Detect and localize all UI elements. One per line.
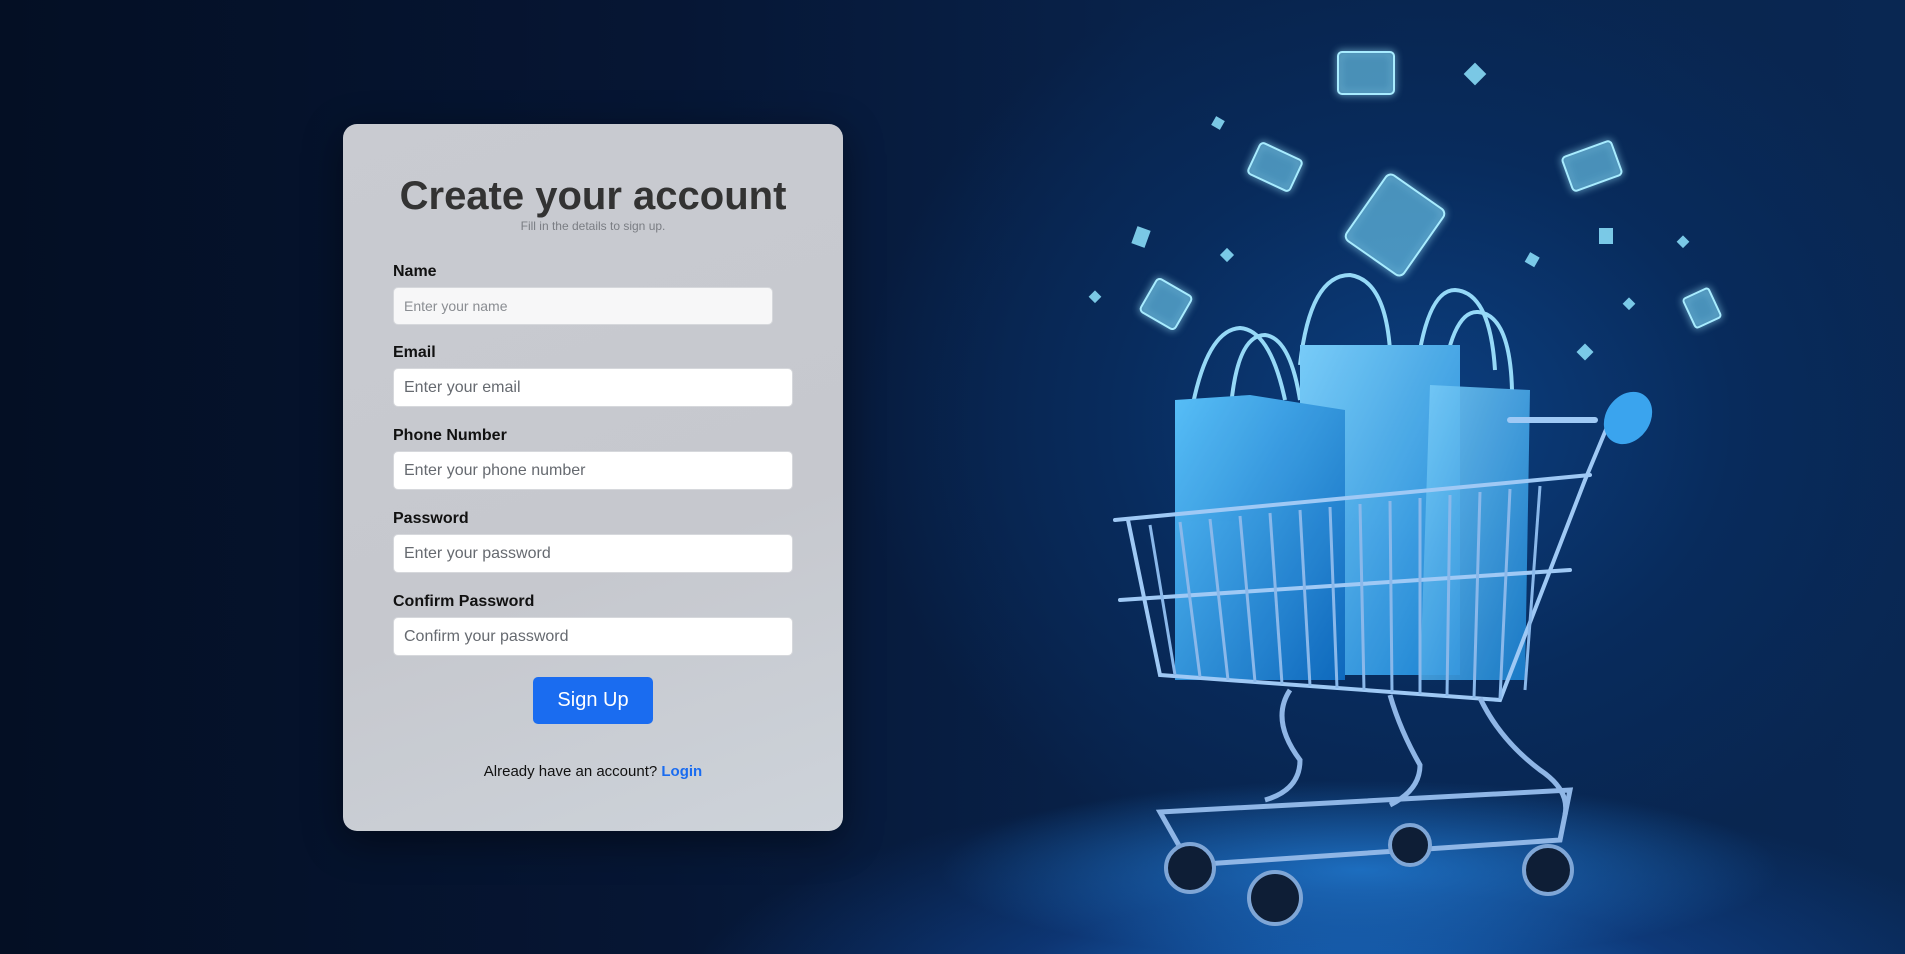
password-label: Password — [393, 510, 469, 527]
email-label: Email — [393, 344, 436, 361]
login-prompt-row: Already have an account? Login — [343, 763, 843, 780]
sign-up-button[interactable]: Sign Up — [533, 677, 653, 724]
login-prompt-text: Already have an account? — [483, 763, 658, 780]
credit-card-icon — [1337, 51, 1395, 95]
credit-card-icon — [1682, 287, 1722, 329]
name-input[interactable] — [393, 287, 773, 325]
name-label: Name — [393, 263, 437, 280]
page-subtitle: Fill in the details to sign up. — [520, 219, 666, 233]
password-input[interactable] — [393, 534, 793, 573]
phone-input[interactable] — [393, 451, 793, 490]
credit-card-icon — [1247, 142, 1303, 192]
confirm-password-label: Confirm Password — [393, 593, 535, 610]
phone-label: Phone Number — [393, 427, 507, 444]
credit-card-icon — [1139, 278, 1193, 330]
email-input[interactable] — [393, 368, 793, 407]
signup-card: Create your account Fill in the details … — [343, 124, 843, 831]
login-link[interactable]: Login — [661, 763, 702, 780]
credit-card-icon — [1561, 140, 1623, 192]
page-title: Create your account — [399, 174, 787, 218]
shopping-cart-illustration — [940, 51, 1780, 954]
credit-card-icon — [1344, 173, 1446, 277]
confirm-password-input[interactable] — [393, 617, 793, 656]
